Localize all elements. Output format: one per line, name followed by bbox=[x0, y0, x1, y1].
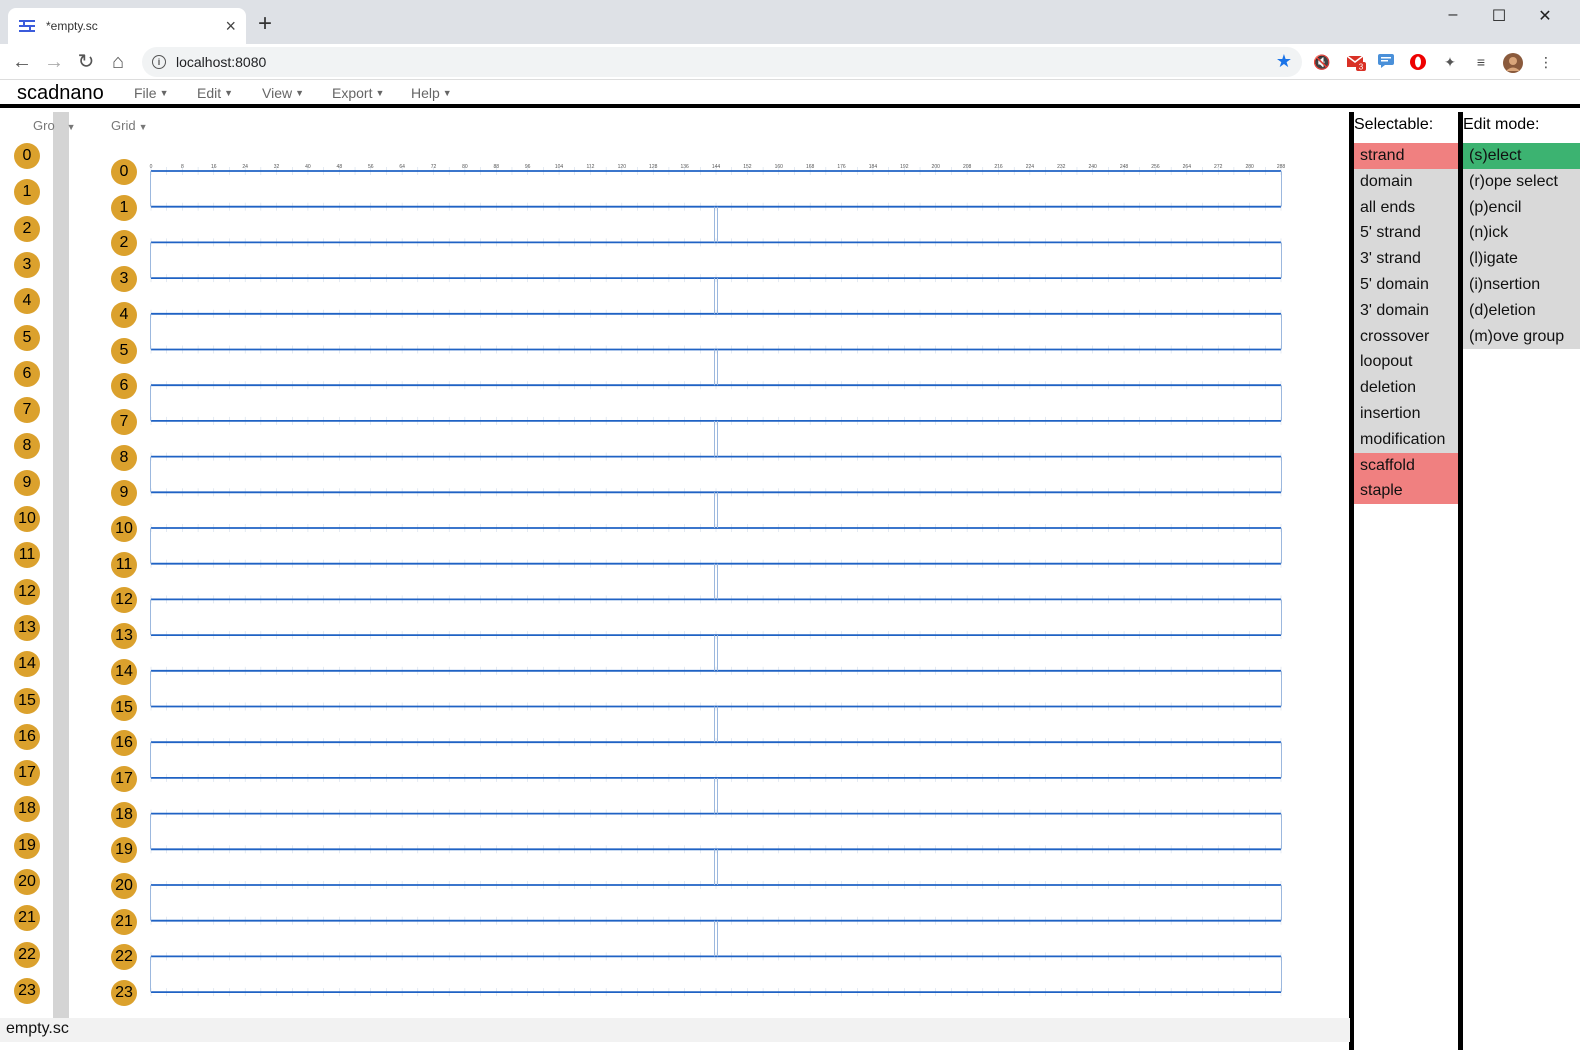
edit-mode-options: (s)elect (r)ope select (p)encil (n)ick (l)ig… bbox=[1463, 143, 1580, 350]
helix-grid-canvas: 0816243240485664728088961041121201281361… bbox=[150, 164, 1285, 997]
edit-mode-panel: Edit mode: (s)elect (r)ope select (p)encil… bbox=[1463, 112, 1580, 1050]
selectable-option-domain[interactable]: domain bbox=[1354, 168, 1458, 195]
crossover-connector bbox=[1280, 956, 1282, 993]
crossover-connector bbox=[1280, 527, 1282, 564]
edit-mode-option-d-eletion[interactable]: (d)eletion bbox=[1463, 297, 1580, 324]
selectable-option-modification[interactable]: modification bbox=[1354, 426, 1458, 453]
selectable-option-all-ends[interactable]: all ends bbox=[1354, 194, 1458, 221]
crossover-connector bbox=[150, 813, 152, 850]
selectable-option-staple[interactable]: staple bbox=[1354, 478, 1458, 505]
selectable-option-loopout[interactable]: loopout bbox=[1354, 349, 1458, 376]
status-filename: empty.sc bbox=[6, 1020, 69, 1037]
crossover-connector bbox=[150, 384, 152, 422]
selectable-panel: Selectable: strand domain all ends 5' stran… bbox=[1354, 112, 1458, 1050]
crossover-connector bbox=[150, 741, 152, 779]
crossover-connector bbox=[150, 670, 152, 707]
selectable-option-scaffold[interactable]: scaffold bbox=[1354, 452, 1458, 479]
edit-mode-option-m-ove-group[interactable]: (m)ove group bbox=[1463, 323, 1580, 350]
crossover-connector bbox=[1280, 384, 1282, 422]
selectable-option-deletion[interactable]: deletion bbox=[1354, 375, 1458, 401]
crossover-connector bbox=[150, 170, 152, 207]
edit-mode-title: Edit mode: bbox=[1463, 116, 1540, 133]
selectable-option-3-strand[interactable]: 3' strand bbox=[1354, 246, 1458, 272]
crossover-connector bbox=[1280, 884, 1282, 921]
selectable-title: Selectable: bbox=[1354, 116, 1434, 133]
edit-mode-option-l-igate[interactable]: (l)igate bbox=[1463, 246, 1580, 272]
selectable-option-strand[interactable]: strand bbox=[1354, 143, 1458, 169]
crossover-connector bbox=[1280, 242, 1282, 279]
selectable-option-5-strand[interactable]: 5' strand bbox=[1354, 220, 1458, 247]
crossover-connector bbox=[1280, 170, 1282, 207]
crossover-connector bbox=[150, 313, 152, 350]
edit-mode-option-p-encil[interactable]: (p)encil bbox=[1463, 194, 1580, 221]
selectable-option-3-domain[interactable]: 3' domain bbox=[1354, 297, 1458, 324]
selectable-option-5-domain[interactable]: 5' domain bbox=[1354, 271, 1458, 298]
crossover-connector bbox=[150, 527, 152, 564]
crossover-connector bbox=[1280, 456, 1282, 493]
crossover-connector bbox=[150, 599, 152, 636]
edit-mode-option-s-elect[interactable]: (s)elect bbox=[1463, 143, 1580, 169]
crossover-connector bbox=[1280, 670, 1282, 707]
crossover-connector bbox=[1280, 741, 1282, 779]
selectable-option-crossover[interactable]: crossover bbox=[1354, 323, 1458, 350]
crossover-connector bbox=[1280, 313, 1282, 350]
crossover-connector bbox=[150, 456, 152, 493]
selectable-options: strand domain all ends 5' strand 3' strand 5'… bbox=[1354, 143, 1458, 505]
crossover-connector bbox=[150, 956, 152, 993]
edit-mode-option-r-ope-select[interactable]: (r)ope select bbox=[1463, 168, 1580, 195]
crossover-connector bbox=[1280, 599, 1282, 636]
edit-mode-option-n-ick[interactable]: (n)ick bbox=[1463, 220, 1580, 247]
crossover-connector bbox=[150, 884, 152, 921]
edit-mode-option-i-nsertion[interactable]: (i)nsertion bbox=[1463, 271, 1580, 298]
crossover-connector bbox=[1280, 813, 1282, 850]
crossover-connector bbox=[150, 242, 152, 279]
status-bar: empty.sc bbox=[0, 1018, 1350, 1042]
selectable-option-insertion[interactable]: insertion bbox=[1354, 400, 1458, 427]
